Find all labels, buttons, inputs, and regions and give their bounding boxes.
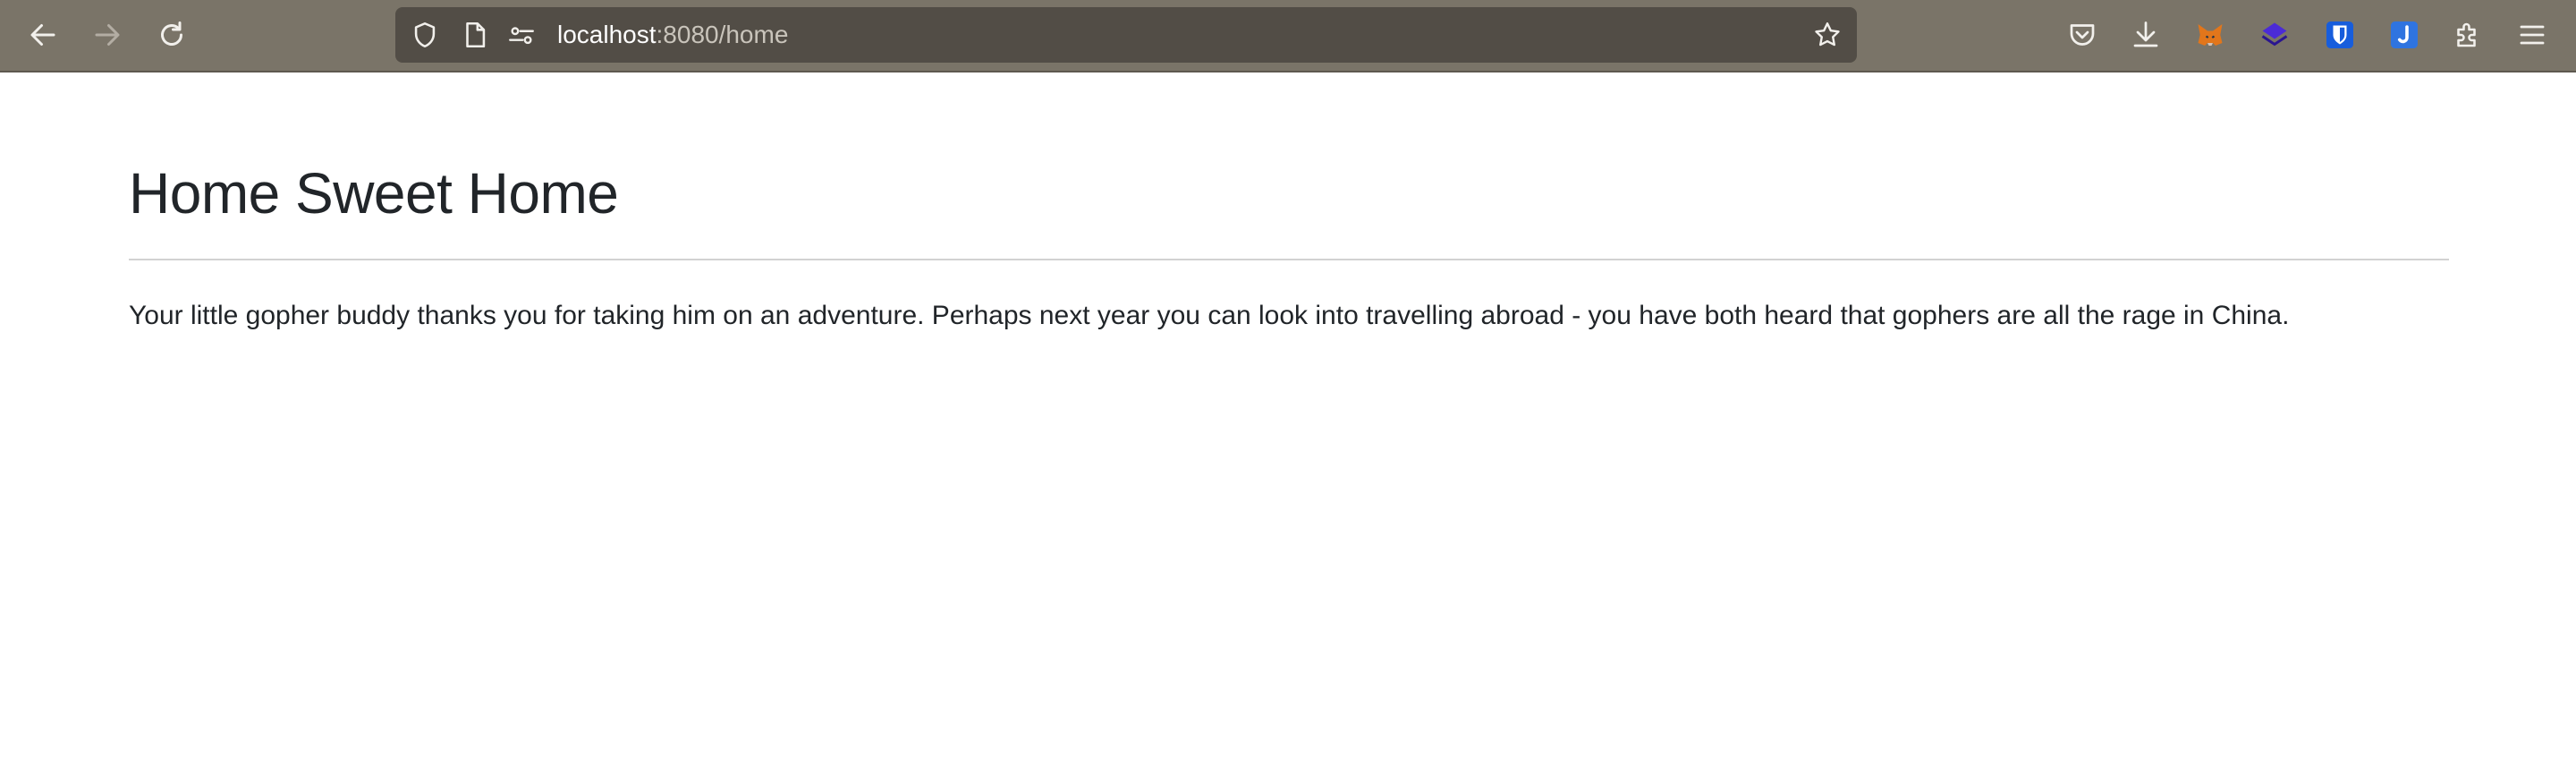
page-title: Home Sweet Home bbox=[129, 161, 619, 226]
page-content: Home Sweet Home Your little gopher buddy… bbox=[129, 71, 2449, 337]
url-path: :8080/home bbox=[656, 21, 789, 48]
url-text[interactable]: localhost:8080/home bbox=[557, 7, 788, 63]
url-host: localhost bbox=[557, 21, 657, 48]
horizontal-divider bbox=[129, 259, 2449, 260]
j-extension-button[interactable] bbox=[2387, 18, 2421, 52]
address-bar[interactable]: localhost:8080/home bbox=[395, 7, 1857, 63]
pocket-button[interactable] bbox=[2065, 18, 2099, 52]
pocket-icon bbox=[2070, 24, 2095, 46]
metamask-extension-button[interactable] bbox=[2193, 18, 2227, 52]
downloads-button[interactable] bbox=[2129, 18, 2163, 52]
page-icon bbox=[466, 21, 486, 48]
layers-extension-icon bbox=[2261, 22, 2288, 47]
permissions-icon bbox=[509, 27, 534, 45]
extensions-button[interactable] bbox=[2451, 18, 2485, 52]
back-arrow-icon bbox=[30, 24, 55, 46]
bitwarden-shield-icon bbox=[2326, 21, 2353, 48]
bitwarden-extension-button[interactable] bbox=[2323, 18, 2357, 52]
app-menu-button[interactable] bbox=[2515, 18, 2549, 52]
ext-j-icon bbox=[2391, 21, 2418, 48]
downloads-icon bbox=[2133, 21, 2158, 47]
forward-button[interactable] bbox=[80, 9, 134, 61]
metamask-fox-icon bbox=[2198, 24, 2223, 46]
browser-toolbar: localhost:8080/home bbox=[0, 0, 2576, 72]
bookmark-button[interactable] bbox=[1811, 19, 1843, 51]
tracking-protection-button[interactable] bbox=[409, 19, 441, 51]
page-body-text: Your little gopher buddy thanks you for … bbox=[129, 301, 2290, 330]
shield-icon bbox=[414, 21, 436, 48]
reload-button[interactable] bbox=[145, 9, 199, 61]
page-info-button[interactable] bbox=[459, 19, 491, 51]
layers-extension-button[interactable] bbox=[2258, 18, 2292, 52]
bookmark-star-icon bbox=[1815, 22, 1840, 47]
permissions-button[interactable] bbox=[505, 19, 538, 51]
forward-arrow-icon bbox=[95, 24, 120, 46]
hamburger-menu-icon bbox=[2520, 25, 2545, 45]
reload-icon bbox=[161, 21, 182, 46]
extensions-puzzle-icon bbox=[2457, 22, 2476, 47]
back-button[interactable] bbox=[16, 9, 70, 61]
